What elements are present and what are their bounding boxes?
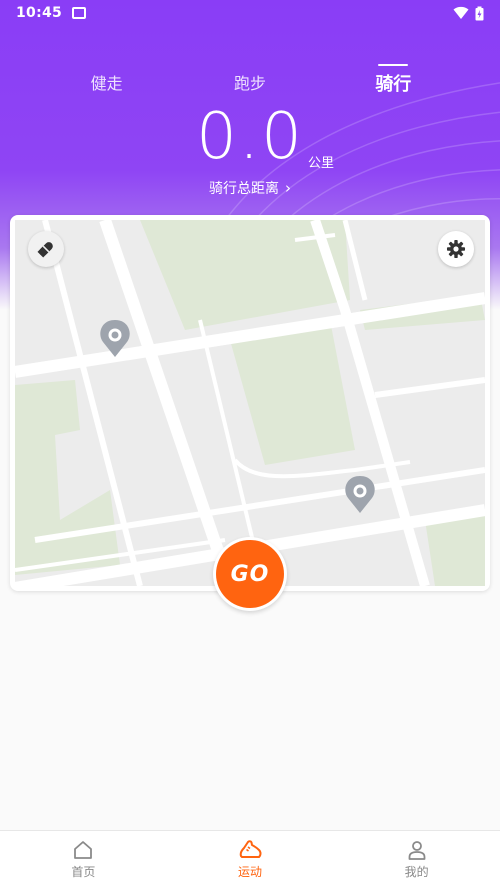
distance-display: 0.0 公里 — [0, 100, 500, 174]
map-card — [10, 215, 490, 591]
battery-icon — [475, 6, 484, 20]
status-time: 10:45 — [16, 5, 63, 21]
status-bar: 10:45 — [0, 0, 500, 26]
capsule-button[interactable] — [28, 231, 64, 267]
gallery-icon — [72, 7, 87, 19]
go-button-label: GO — [216, 540, 284, 608]
nav-label-home: 首页 — [71, 865, 96, 879]
tab-walking[interactable]: 健走 — [57, 70, 157, 100]
nav-item-home[interactable]: 首页 — [0, 831, 167, 888]
home-icon — [74, 841, 93, 859]
total-distance-label: 骑行总距离 — [209, 181, 279, 197]
chevron-right-icon: › — [285, 179, 291, 197]
wifi-icon — [453, 6, 469, 20]
nav-label-sport: 运动 — [238, 865, 263, 879]
nav-item-sport[interactable]: 运动 — [167, 831, 334, 888]
person-icon — [408, 841, 426, 860]
go-button[interactable]: GO — [213, 537, 287, 611]
sport-tabs: 健走 跑步 骑行 — [0, 70, 500, 100]
tab-running[interactable]: 跑步 — [200, 70, 300, 100]
nav-label-me: 我的 — [404, 865, 429, 879]
bottom-nav: 首页 运动 我的 — [0, 830, 500, 888]
map-view[interactable] — [15, 220, 485, 586]
nav-item-me[interactable]: 我的 — [333, 831, 500, 888]
shoe-icon — [239, 840, 262, 858]
capsule-icon — [37, 242, 53, 258]
distance-value: 0.0 — [196, 100, 304, 174]
settings-button[interactable] — [438, 231, 474, 267]
tab-cycling[interactable]: 骑行 — [343, 70, 443, 100]
total-distance-link[interactable]: 骑行总距离 › — [0, 178, 500, 198]
distance-unit: 公里 — [308, 156, 335, 171]
gear-icon — [447, 240, 465, 258]
